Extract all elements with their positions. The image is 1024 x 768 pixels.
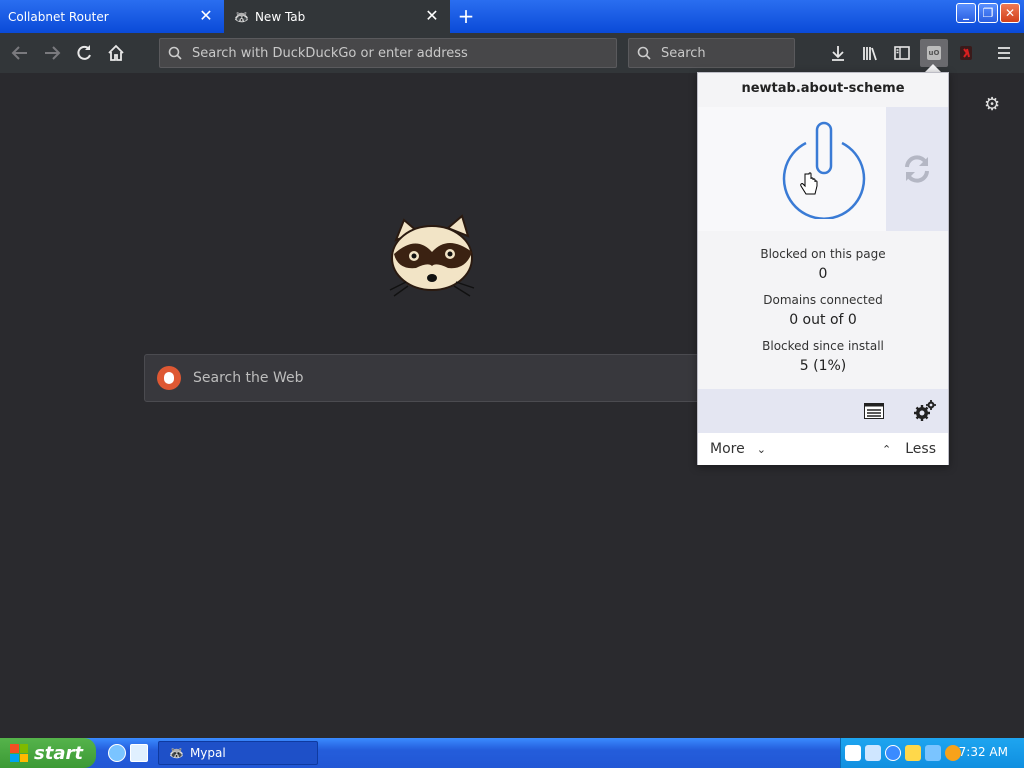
popup-hostname: newtab.about-scheme [741, 81, 905, 96]
tab-title: Collabnet Router [8, 9, 109, 24]
web-search-input[interactable] [191, 369, 671, 387]
address-input[interactable] [190, 44, 610, 62]
library-button[interactable] [858, 41, 882, 65]
maximize-button[interactable]: ❐ [978, 3, 998, 23]
extension-button[interactable] [954, 41, 978, 65]
close-tab-icon[interactable]: ✕ [424, 8, 440, 24]
popup-footer: More ⌄ ⌃ Less [698, 433, 948, 465]
navigation-toolbar: uO [0, 33, 1024, 73]
sidebar-icon [894, 46, 910, 60]
red-extension-icon [960, 46, 972, 60]
search-icon [168, 46, 182, 60]
more-button[interactable]: More ⌄ [710, 441, 766, 457]
show-desktop-icon[interactable] [130, 744, 148, 762]
windows-flag-icon [10, 744, 28, 762]
menu-button[interactable] [992, 41, 1016, 65]
forward-button[interactable] [40, 41, 64, 65]
power-switch-icon[interactable] [778, 119, 870, 219]
chevron-down-icon: ⌄ [756, 442, 766, 456]
stat-domains-value: 0 out of 0 [789, 312, 857, 328]
back-arrow-tray-icon[interactable] [885, 745, 901, 761]
shield-icon[interactable] [905, 745, 921, 761]
more-label: More [710, 441, 745, 457]
taskbar-item-label: Mypal [189, 746, 226, 760]
internet-explorer-icon[interactable] [108, 744, 126, 762]
home-button[interactable] [104, 41, 128, 65]
ublock-popup: newtab.about-scheme Blocked on this page… [697, 72, 949, 465]
close-tab-icon[interactable]: ✕ [198, 8, 214, 24]
chevron-up-icon: ⌃ [882, 442, 892, 456]
logger-button[interactable] [864, 403, 884, 419]
web-search-box[interactable] [144, 354, 704, 402]
minimize-button[interactable]: _ [956, 3, 976, 23]
system-tray: 7:32 AM [840, 738, 1024, 768]
taskbar-item-mypal[interactable]: 🦝 Mypal [158, 741, 318, 765]
stat-blocked-install-label: Blocked since install [762, 339, 884, 353]
download-icon [832, 46, 844, 61]
windows-taskbar: start 🦝 Mypal 7:32 AM [0, 738, 1024, 768]
ublock-icon: uO [927, 46, 941, 60]
stat-domains-label: Domains connected [763, 293, 883, 307]
address-bar[interactable] [159, 38, 617, 68]
tab-new-tab[interactable]: 🦝 New Tab ✕ [224, 0, 450, 33]
tab-collabnet-router[interactable]: Collabnet Router ✕ [0, 0, 224, 33]
refresh-icon [905, 155, 929, 183]
mypal-raccoon-logo [389, 214, 475, 297]
stat-blocked-page-value: 0 [818, 266, 828, 282]
search-input[interactable] [659, 44, 779, 62]
settings-gears-icon[interactable] [913, 399, 937, 423]
arrow-right-icon [45, 46, 61, 60]
new-tab-button[interactable]: + [456, 6, 476, 26]
popup-tools-row [698, 389, 948, 433]
search-icon [637, 46, 651, 60]
connection-icon[interactable] [925, 745, 941, 761]
ublock-button[interactable]: uO [920, 39, 948, 67]
less-button[interactable]: ⌃ Less [882, 441, 936, 457]
gear-icon: ⚙ [984, 94, 1001, 115]
help-icon[interactable] [845, 745, 861, 761]
arrow-left-icon [11, 46, 27, 60]
less-label: Less [905, 441, 936, 457]
mypal-favicon-icon: 🦝 [169, 746, 184, 760]
popup-arrow [925, 64, 941, 72]
duckduckgo-logo-icon [157, 366, 181, 390]
mypal-favicon-icon: 🦝 [234, 9, 249, 24]
stat-blocked-install-value: 5 (1%) [799, 358, 847, 374]
page-settings-button[interactable]: ⚙ [984, 94, 1000, 115]
refresh-button[interactable] [886, 107, 948, 231]
reload-icon [77, 45, 91, 60]
library-icon [863, 47, 877, 61]
start-label: start [34, 742, 83, 764]
close-window-button[interactable]: ✕ [1000, 3, 1020, 23]
back-button[interactable] [8, 41, 32, 65]
reload-button[interactable] [72, 41, 96, 65]
clock: 7:32 AM [958, 745, 1008, 759]
downloads-button[interactable] [826, 41, 850, 65]
tab-title: New Tab [254, 9, 306, 24]
hamburger-icon [998, 47, 1010, 59]
search-bar[interactable] [628, 38, 795, 68]
tab-strip: Collabnet Router ✕ 🦝 New Tab ✕ + _ ❐ ✕ [0, 0, 1024, 33]
hand-cursor-icon [800, 172, 818, 195]
start-button[interactable]: start [0, 738, 96, 768]
sidebar-button[interactable] [890, 41, 914, 65]
stat-blocked-page-label: Blocked on this page [760, 247, 886, 261]
network-icon[interactable] [865, 745, 881, 761]
power-area [698, 107, 886, 231]
home-icon [108, 44, 124, 61]
